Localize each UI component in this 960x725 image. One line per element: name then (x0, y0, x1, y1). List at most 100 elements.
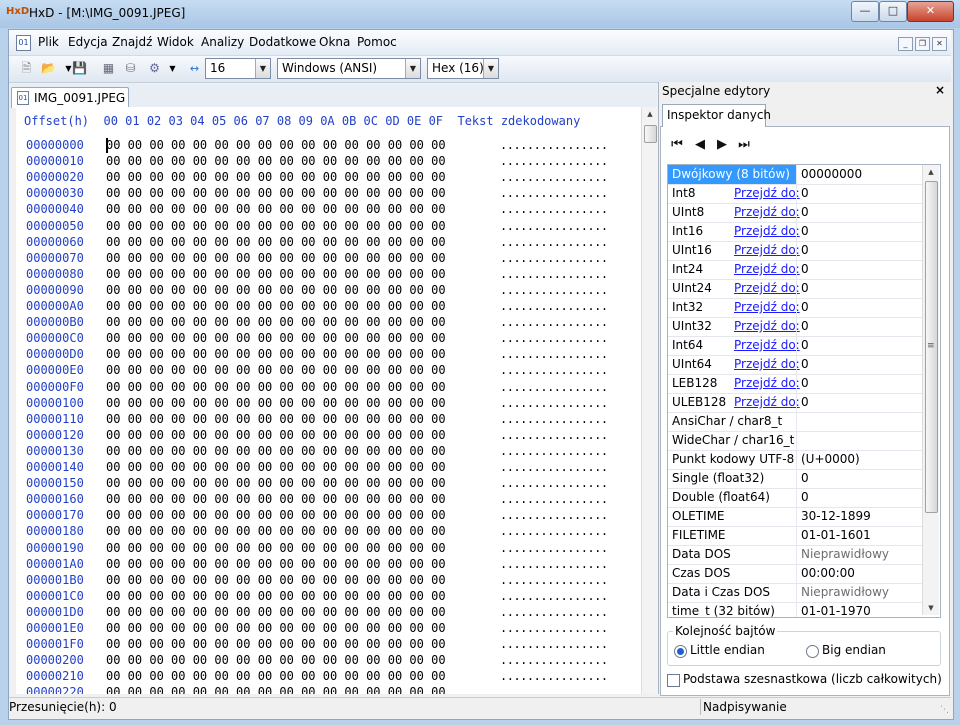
row-bytes[interactable]: 00 00 00 00 00 00 00 00 00 00 00 00 00 0… (106, 669, 446, 683)
row-text[interactable]: ................ (500, 235, 608, 249)
menu-item[interactable]: Widok (157, 35, 194, 49)
row-text[interactable]: ................ (500, 492, 608, 506)
charset-combo[interactable]: Windows (ANSI) ▼ (277, 58, 421, 79)
row-bytes[interactable]: 00 00 00 00 00 00 00 00 00 00 00 00 00 0… (106, 363, 446, 377)
inspector-value-cell[interactable]: 0 (796, 222, 924, 241)
row-text[interactable]: ................ (500, 283, 608, 297)
inspector-value-cell[interactable]: 0 (796, 298, 924, 317)
little-endian-label[interactable]: Little endian (690, 643, 765, 657)
row-text[interactable]: ................ (500, 444, 608, 458)
new-file-icon[interactable]: 🗎 (18, 60, 35, 77)
inspector-value-cell[interactable]: 30-12-1899 (796, 507, 924, 526)
row-bytes[interactable]: 00 00 00 00 00 00 00 00 00 00 00 00 00 0… (106, 444, 446, 458)
chevron-down-icon[interactable]: ▼ (255, 59, 270, 78)
row-bytes[interactable]: 00 00 00 00 00 00 00 00 00 00 00 00 00 0… (106, 605, 446, 619)
row-text[interactable]: ................ (500, 396, 608, 410)
menu-item[interactable]: Analizy (201, 35, 244, 49)
row-bytes[interactable]: 00 00 00 00 00 00 00 00 00 00 00 00 00 0… (106, 541, 446, 555)
panel-close-icon[interactable]: × (935, 84, 947, 96)
goto-link[interactable]: Przejdź do: (734, 224, 800, 238)
row-text[interactable]: ................ (500, 380, 608, 394)
disk-icon[interactable]: ⛁ (122, 60, 139, 77)
row-text[interactable]: ................ (500, 460, 608, 474)
inspector-value-cell[interactable]: 0 (796, 317, 924, 336)
inspector-row[interactable]: LEB128 Przejdź do: 0 (668, 374, 923, 394)
row-text[interactable]: ................ (500, 653, 608, 667)
goto-link[interactable]: Przejdź do: (734, 205, 800, 219)
inspector-row[interactable]: Int32 Przejdź do: 0 (668, 298, 923, 318)
scroll-thumb[interactable] (644, 125, 657, 143)
inspector-row[interactable]: Czas DOS 00:00:00 (668, 564, 923, 584)
goto-link[interactable]: Przejdź do: (734, 319, 800, 333)
row-text[interactable]: ................ (500, 621, 608, 635)
row-text[interactable]: ................ (500, 557, 608, 571)
goto-link[interactable]: Przejdź do: (734, 281, 800, 295)
row-bytes[interactable]: 00 00 00 00 00 00 00 00 00 00 00 00 00 0… (106, 508, 446, 522)
row-text[interactable]: ................ (500, 476, 608, 490)
row-bytes[interactable]: 00 00 00 00 00 00 00 00 00 00 00 00 00 0… (106, 573, 446, 587)
mdi-close-button[interactable]: ✕ (932, 37, 947, 51)
inspector-value-cell[interactable]: 01-01-1970 (796, 602, 924, 617)
goto-link[interactable]: Przejdź do: (734, 395, 800, 409)
row-text[interactable]: ................ (500, 315, 608, 329)
scroll-up-icon[interactable]: ▲ (923, 165, 939, 179)
inspector-value-cell[interactable] (796, 431, 924, 450)
inspector-row[interactable]: Int64 Przejdź do: 0 (668, 336, 923, 356)
inspector-value-cell[interactable]: 0 (796, 393, 924, 412)
row-bytes[interactable]: 00 00 00 00 00 00 00 00 00 00 00 00 00 0… (106, 202, 446, 216)
inspector-row[interactable]: UInt24 Przejdź do: 0 (668, 279, 923, 299)
row-text[interactable]: ................ (500, 428, 608, 442)
inspector-value-cell[interactable]: 0 (796, 336, 924, 355)
row-bytes[interactable]: 00 00 00 00 00 00 00 00 00 00 00 00 00 0… (106, 219, 446, 233)
first-icon[interactable]: ⏮ (670, 138, 684, 152)
minimize-button[interactable]: — (851, 1, 879, 22)
next-icon[interactable]: ▶ (715, 138, 729, 152)
row-text[interactable]: ................ (500, 138, 608, 152)
inspector-value-cell[interactable]: 0 (796, 241, 924, 260)
row-bytes[interactable]: 00 00 00 00 00 00 00 00 00 00 00 00 00 0… (106, 653, 446, 667)
row-text[interactable]: ................ (500, 589, 608, 603)
big-endian-radio[interactable] (806, 645, 819, 658)
inspector-value-cell[interactable]: Nieprawidłowy (796, 545, 924, 564)
row-text[interactable]: ................ (500, 347, 608, 361)
inspector-value-cell[interactable] (796, 412, 924, 431)
process-icon[interactable]: ⚙ (146, 60, 163, 77)
row-bytes[interactable]: 00 00 00 00 00 00 00 00 00 00 00 00 00 0… (106, 524, 446, 538)
inspector-row[interactable]: Double (float64) 0 (668, 488, 923, 508)
row-text[interactable]: ................ (500, 363, 608, 377)
goto-link[interactable]: Przejdź do: (734, 338, 800, 352)
big-endian-label[interactable]: Big endian (822, 643, 886, 657)
inspector-value-cell[interactable]: 0 (796, 260, 924, 279)
inspector-row[interactable]: WideChar / char16_t (668, 431, 923, 451)
inspector-row[interactable]: Data DOS Nieprawidłowy (668, 545, 923, 565)
row-bytes[interactable]: 00 00 00 00 00 00 00 00 00 00 00 00 00 0… (106, 621, 446, 635)
row-text[interactable]: ................ (500, 524, 608, 538)
row-bytes[interactable]: 00 00 00 00 00 00 00 00 00 00 00 00 00 0… (106, 235, 446, 249)
inspector-value-cell[interactable]: 0 (796, 488, 924, 507)
inspector-value-cell[interactable]: 0 (796, 374, 924, 393)
inspector-value-cell[interactable]: 0 (796, 203, 924, 222)
offset-base-combo[interactable]: Hex (16) ▼ (427, 58, 499, 79)
inspector-scrollbar[interactable]: ▲ ≡ ▼ (922, 165, 939, 615)
row-bytes[interactable]: 00 00 00 00 00 00 00 00 00 00 00 00 00 0… (106, 315, 446, 329)
bytes-per-row-combo[interactable]: 16 ▼ (205, 58, 271, 79)
row-bytes[interactable]: 00 00 00 00 00 00 00 00 00 00 00 00 00 0… (106, 428, 446, 442)
prev-icon[interactable]: ◀ (693, 138, 707, 152)
document-icon[interactable]: 01 (16, 35, 31, 51)
goto-link[interactable]: Przejdź do: (734, 262, 800, 276)
row-text[interactable]: ................ (500, 219, 608, 233)
file-tab[interactable]: 01 IMG_0091.JPEG (11, 87, 129, 108)
row-bytes[interactable]: 00 00 00 00 00 00 00 00 00 00 00 00 00 0… (106, 412, 446, 426)
maximize-button[interactable]: □ (879, 1, 907, 22)
row-text[interactable]: ................ (500, 412, 608, 426)
hex-base-checkbox[interactable] (667, 674, 680, 687)
row-bytes[interactable]: 00 00 00 00 00 00 00 00 00 00 00 00 00 0… (106, 154, 446, 168)
inspector-row[interactable]: time_t (32 bitów) 01-01-1970 (668, 602, 924, 617)
last-icon[interactable]: ⏭ (737, 138, 751, 152)
menu-item[interactable]: Plik (38, 35, 59, 49)
inspector-value-cell[interactable]: 0 (796, 279, 924, 298)
hex-editor[interactable]: Offset(h) 00 01 02 03 04 05 06 07 08 09 … (16, 107, 641, 694)
inspector-row[interactable]: Int16 Przejdź do: 0 (668, 222, 923, 242)
inspector-value-cell[interactable]: Nieprawidłowy (796, 583, 924, 602)
little-endian-radio[interactable] (674, 645, 687, 658)
